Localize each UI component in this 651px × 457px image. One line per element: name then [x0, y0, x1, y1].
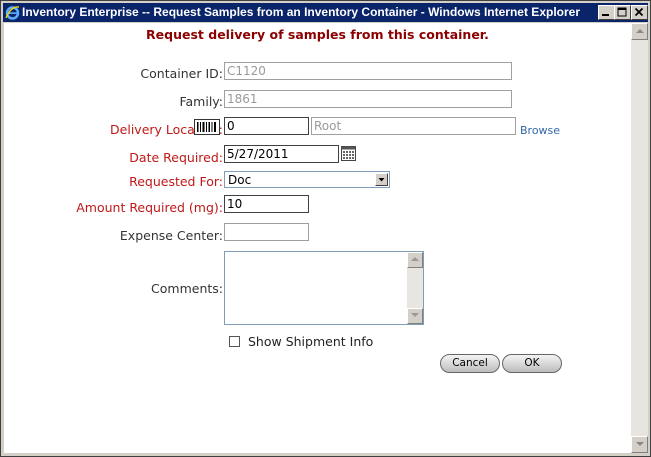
date-required-label: Date Required:: [129, 150, 223, 165]
scroll-up-icon: [411, 257, 419, 261]
requested-for-label: Requested For:: [129, 174, 223, 189]
scroll-up-button[interactable]: [407, 252, 423, 268]
window-title: Inventory Enterprise -- Request Samples …: [22, 5, 580, 19]
dropdown-arrow-icon[interactable]: [375, 173, 388, 186]
title-bar[interactable]: Inventory Enterprise -- Request Samples …: [3, 3, 648, 22]
cancel-button[interactable]: Cancel: [440, 354, 500, 373]
minimize-button[interactable]: [598, 5, 615, 20]
comments-scrollbar[interactable]: [407, 252, 423, 324]
ok-button[interactable]: OK: [502, 354, 562, 373]
calendar-icon[interactable]: [341, 146, 356, 161]
page-scrollbar[interactable]: [631, 23, 648, 453]
delivery-location-code-input[interactable]: 0: [224, 117, 309, 135]
comments-textarea[interactable]: [224, 251, 424, 325]
barcode-icon[interactable]: [194, 119, 220, 135]
family-label: Family:: [179, 94, 223, 109]
show-shipment-label: Show Shipment Info: [248, 334, 374, 349]
container-id-label: Container ID:: [140, 66, 223, 81]
maximize-icon: [617, 7, 627, 17]
maximize-button[interactable]: [614, 5, 631, 20]
family-field[interactable]: 1861: [224, 90, 512, 108]
page-scroll-down-button[interactable]: [631, 436, 648, 453]
date-required-input[interactable]: 5/27/2011: [224, 145, 339, 163]
comments-label: Comments:: [151, 281, 223, 296]
page-content: Request delivery of samples from this co…: [4, 23, 631, 453]
show-shipment-checkbox[interactable]: [229, 336, 240, 347]
minimize-icon: [602, 14, 609, 16]
internet-explorer-icon: [5, 6, 20, 20]
browse-link[interactable]: Browse: [520, 124, 560, 137]
expense-center-label: Expense Center:: [119, 228, 223, 243]
scroll-down-icon: [411, 313, 419, 317]
close-icon: [634, 7, 644, 17]
amount-required-input[interactable]: 10: [224, 195, 309, 213]
delivery-location-name-field[interactable]: Root: [311, 117, 516, 135]
requested-for-select[interactable]: Doc: [224, 171, 390, 188]
page-scroll-up-button[interactable]: [631, 23, 648, 40]
browser-window: Inventory Enterprise -- Request Samples …: [0, 0, 651, 457]
amount-required-label: Amount Required (mg):: [76, 200, 223, 215]
close-button[interactable]: [631, 5, 648, 20]
expense-center-input[interactable]: [224, 223, 309, 241]
container-id-field[interactable]: C1120: [224, 62, 512, 80]
page-heading: Request delivery of samples from this co…: [146, 27, 489, 42]
scroll-down-button[interactable]: [407, 308, 423, 324]
scroll-down-icon: [636, 442, 644, 446]
scroll-up-icon: [636, 29, 644, 33]
requested-for-value: Doc: [228, 173, 252, 187]
